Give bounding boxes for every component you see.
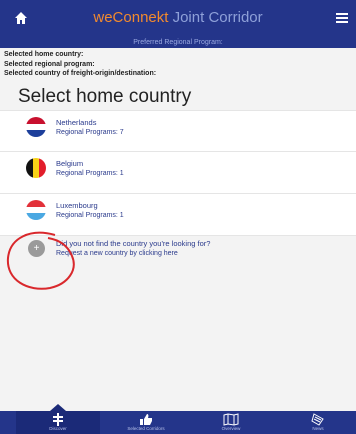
app-title: weConnekt Joint Corridor bbox=[0, 9, 356, 26]
country-item-belgium[interactable]: Belgium Regional Programs: 1 bbox=[0, 152, 356, 194]
country-programs: Regional Programs: 1 bbox=[56, 212, 124, 219]
belgium-flag-icon bbox=[26, 158, 46, 178]
tab-label: Discover bbox=[49, 426, 67, 431]
tab-label: Selected Corridors bbox=[127, 426, 165, 431]
country-name: Netherlands bbox=[56, 118, 97, 127]
brand-name: weConnekt bbox=[93, 9, 169, 26]
request-country-item[interactable]: + Did you not find the country you're lo… bbox=[0, 236, 356, 264]
tab-label: Overview bbox=[221, 426, 241, 431]
selected-home-country: Selected home country: bbox=[4, 51, 84, 58]
request-country-title: Did you not find the country you're look… bbox=[56, 239, 211, 248]
thumbs-up-icon bbox=[140, 414, 152, 425]
country-programs: Regional Programs: 7 bbox=[56, 129, 124, 136]
country-item-netherlands[interactable]: Netherlands Regional Programs: 7 bbox=[0, 110, 356, 152]
page-title: Select home country bbox=[18, 86, 192, 107]
app-title-rest: Joint Corridor bbox=[168, 9, 263, 26]
country-list: Netherlands Regional Programs: 7 Belgium… bbox=[0, 110, 356, 264]
request-country-subtitle: Request a new country by clicking here bbox=[56, 250, 178, 257]
country-item-luxembourg[interactable]: Luxembourg Regional Programs: 1 bbox=[0, 194, 356, 236]
preferred-program-bar: Preferred Regional Program: bbox=[0, 38, 356, 48]
hamburger-menu-icon[interactable] bbox=[336, 13, 348, 23]
tab-news[interactable]: News bbox=[280, 411, 356, 434]
luxembourg-flag-icon bbox=[26, 200, 46, 220]
signpost-icon bbox=[53, 413, 63, 426]
country-name: Belgium bbox=[56, 159, 84, 168]
netherlands-flag-icon bbox=[26, 117, 46, 137]
plus-icon: + bbox=[28, 240, 45, 257]
newspaper-icon bbox=[311, 413, 324, 426]
selected-freight-country: Selected country of freight-origin/desti… bbox=[4, 70, 157, 77]
selected-regional-program: Selected regional program: bbox=[4, 60, 95, 68]
bottom-navigation: Discover Selected Corridors Overview New… bbox=[0, 404, 356, 434]
country-name: Luxembourg bbox=[56, 201, 98, 210]
map-icon bbox=[223, 413, 239, 426]
tab-selected-corridors[interactable]: Selected Corridors bbox=[108, 411, 184, 434]
tab-discover[interactable]: Discover bbox=[16, 404, 100, 434]
tab-label: News bbox=[312, 426, 324, 431]
selection-summary: Selected home country: Selected regional… bbox=[4, 50, 156, 79]
tab-overview[interactable]: Overview bbox=[192, 411, 270, 434]
country-programs: Regional Programs: 1 bbox=[56, 170, 124, 177]
top-bar: weConnekt Joint Corridor bbox=[0, 0, 356, 38]
